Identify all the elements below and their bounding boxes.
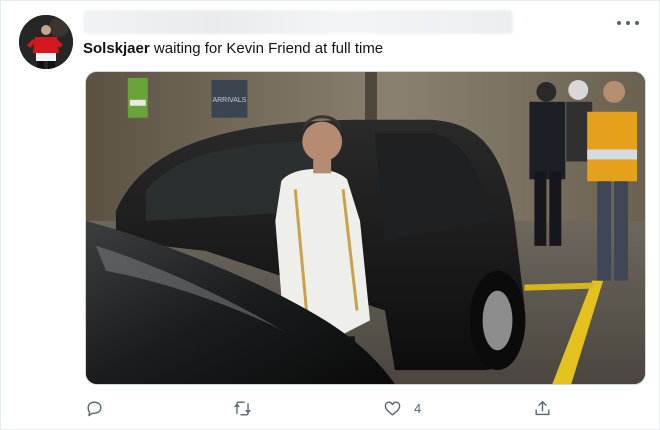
share-button[interactable] — [533, 397, 552, 419]
tweet-text: Solskjaer waiting for Kevin Friend at fu… — [83, 40, 383, 58]
more-horizontal-icon[interactable] — [617, 15, 639, 31]
tweet-photo[interactable]: ARRIVALS — [85, 71, 646, 385]
heart-icon — [384, 400, 401, 416]
tweet-body: waiting for Kevin Friend at full time — [153, 40, 384, 57]
retweet-button[interactable] — [233, 397, 252, 419]
tweet-actions: 4 — [85, 397, 565, 419]
avatar[interactable] — [19, 15, 73, 69]
blurred-user-name — [83, 10, 513, 34]
tweet-author: Solskjaer — [83, 40, 150, 57]
avatar-image — [19, 15, 73, 69]
share-icon — [535, 400, 550, 415]
reply-button[interactable] — [85, 397, 104, 419]
wall-sign-text: ARRIVALS — [213, 97, 247, 104]
retweet-icon — [234, 400, 251, 416]
reply-icon — [87, 400, 102, 416]
person-police — [529, 101, 566, 180]
tweet-card: Solskjaer waiting for Kevin Friend at fu… — [0, 0, 660, 430]
person-hi-vis — [587, 111, 638, 182]
wall-green-sign — [127, 77, 148, 118]
like-count: 4 — [414, 400, 422, 416]
photo-scene: ARRIVALS — [86, 72, 645, 384]
like-button[interactable]: 4 — [383, 397, 421, 419]
